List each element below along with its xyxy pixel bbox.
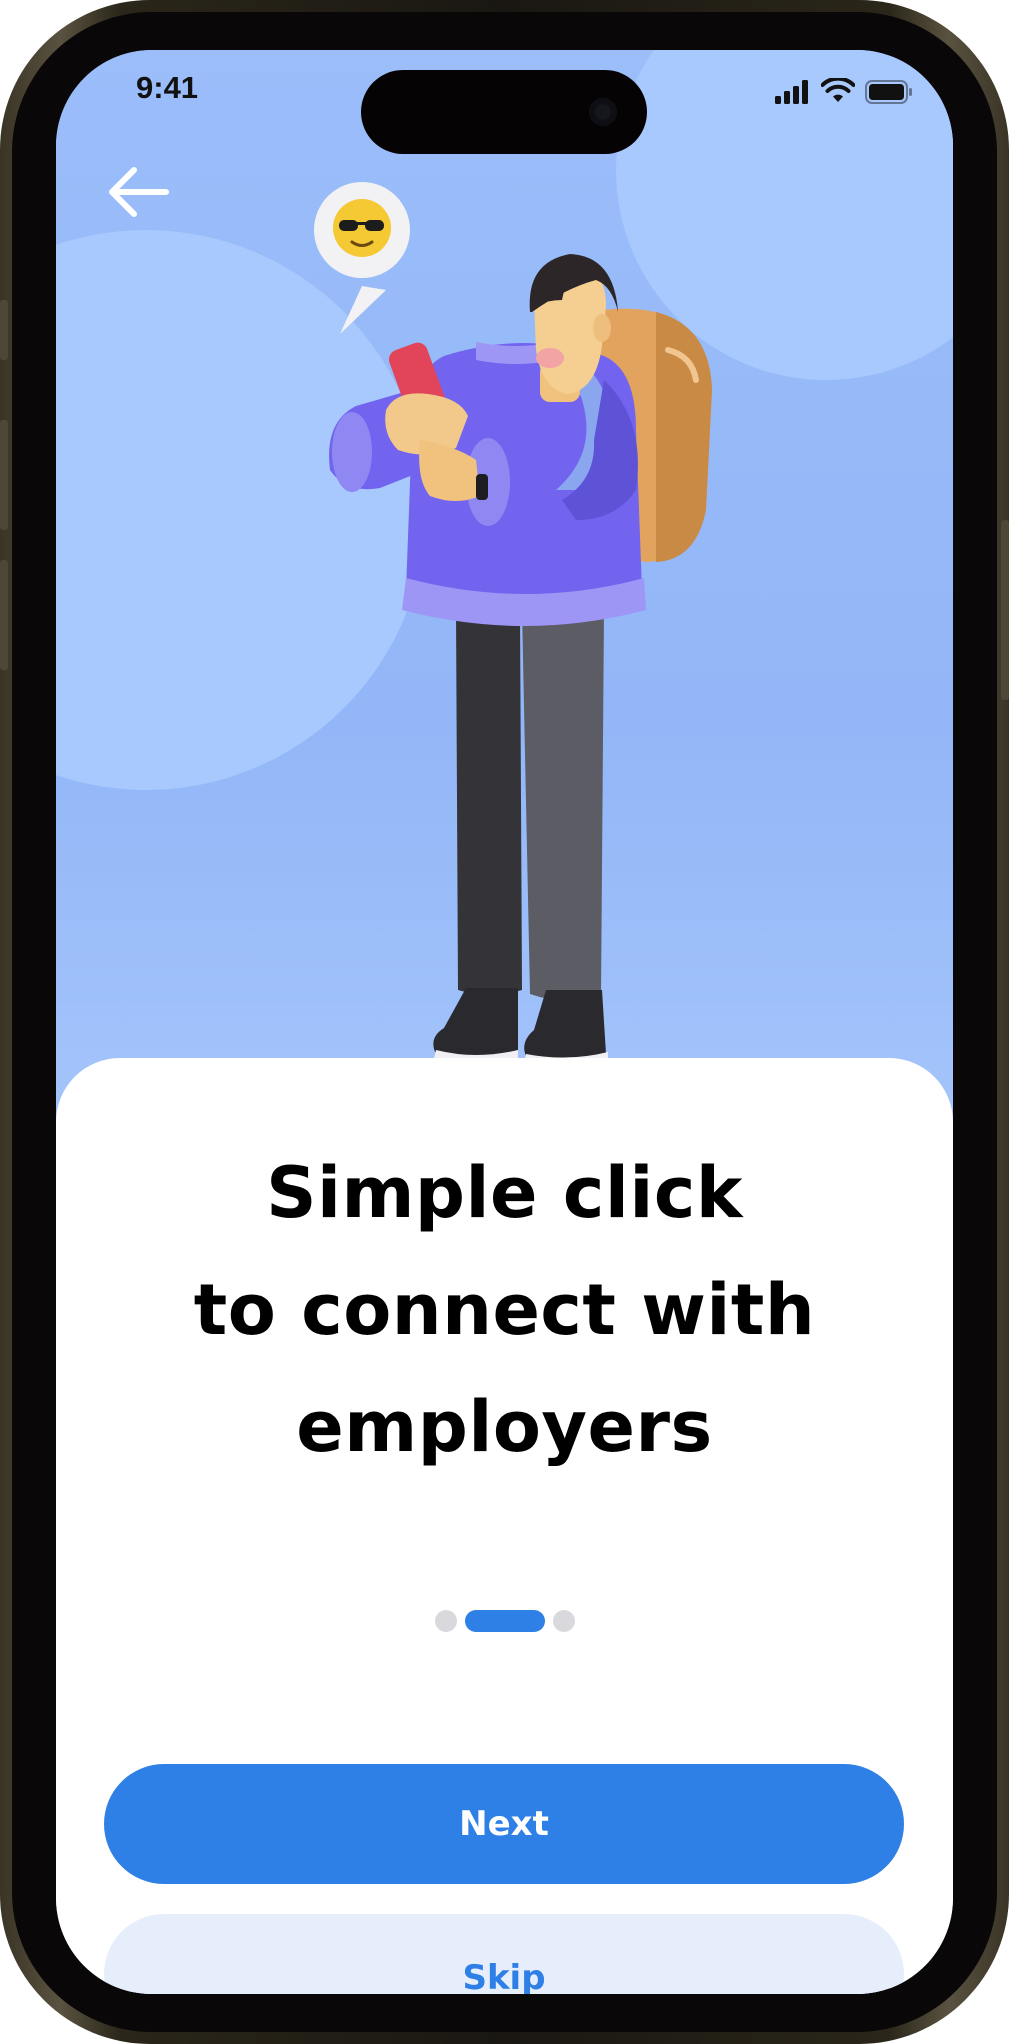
emoji-speech-bubble [314,182,410,334]
phone-frame: 9:41 Simple click to connect with employ… [0,0,1009,2044]
screen: 9:41 Simple click to connect with employ… [56,50,953,1994]
volume-up-button [0,420,8,530]
person-with-phone-illustration [314,182,712,1065]
action-button [0,300,8,360]
page-dot-3[interactable] [552,1610,575,1632]
power-button [1001,520,1009,700]
page-dot-2-active[interactable] [464,1610,545,1632]
onboarding-headline: Simple click to connect with employers [193,1152,816,1468]
shoes [433,988,608,1065]
pants [456,610,604,1001]
page-indicator [56,1610,953,1632]
skip-button[interactable]: Skip [104,1914,904,1994]
page-dot-1[interactable] [434,1610,457,1632]
volume-down-button [0,560,8,670]
next-button[interactable]: Next [104,1764,904,1884]
